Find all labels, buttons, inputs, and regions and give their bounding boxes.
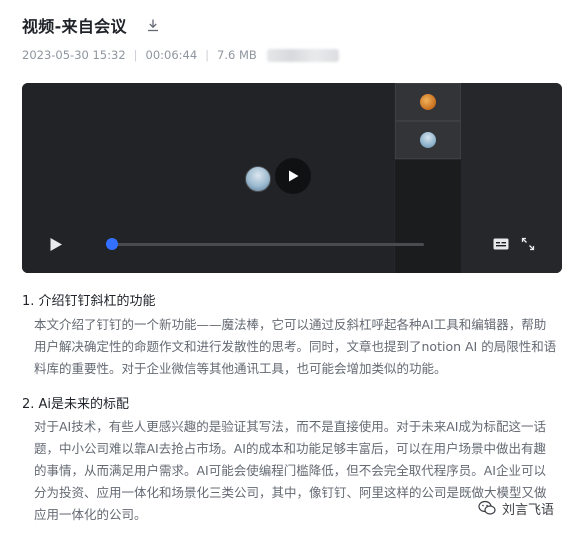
participant-avatar [420,94,436,110]
progress-track[interactable] [106,243,424,246]
wechat-icon [478,500,496,515]
participant-tile [395,83,461,121]
play-icon [289,170,299,182]
participant-avatar [420,132,436,148]
fullscreen-icon [521,237,535,251]
page-title: 视频-来自会议 [22,17,127,36]
play-button[interactable] [47,235,65,253]
meta-divider: | [205,48,210,62]
title-row: 视频-来自会议 [22,12,161,38]
section-heading: 1. 介绍钉钉斜杠的功能 [22,294,156,309]
speaker-avatar [245,166,271,192]
download-icon[interactable] [145,17,161,33]
section-heading: 2. Ai是未来的标配 [22,397,130,412]
meta-row: 2023-05-30 15:32 | 00:06:44 | 7.6 MB [22,45,339,65]
play-icon [50,237,62,251]
play-overlay-button[interactable] [275,158,311,194]
recording-datetime: 2023-05-30 15:32 [22,48,126,62]
meta-divider: | [133,48,138,62]
blurred-owner-name [266,48,339,62]
section-body: 本文介绍了钉钉的一个新功能——魔法棒，它可以通过反斜杠呼起各种AI工具和编辑器，… [34,317,557,376]
subtitles-icon [493,238,509,250]
fullscreen-button[interactable] [520,236,536,252]
watermark-text: 刘言飞语 [502,502,555,518]
subtitles-button[interactable] [492,236,510,252]
recording-duration: 00:06:44 [145,48,198,62]
participant-tile-empty [395,160,461,273]
participant-tile [395,121,461,159]
file-size: 7.6 MB [217,48,257,62]
watermark: 刘言飞语 [478,495,554,521]
